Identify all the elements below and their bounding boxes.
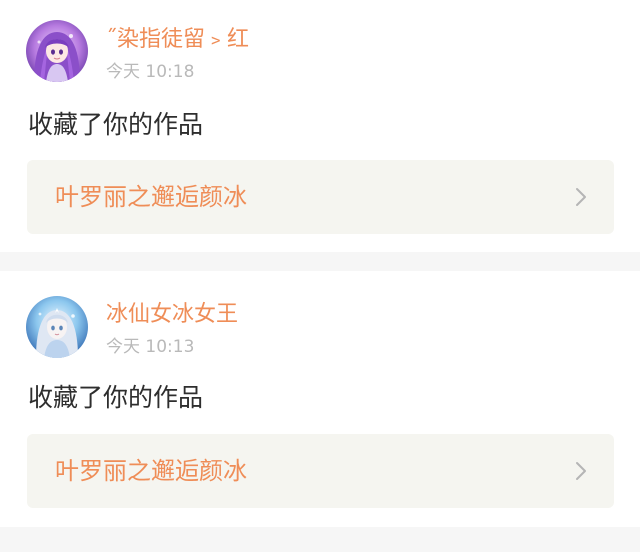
timestamp: 今天 10:13 bbox=[106, 337, 195, 357]
username[interactable]: 冰仙女冰女王 bbox=[106, 302, 238, 328]
user-avatar[interactable] bbox=[26, 20, 88, 82]
work-title: 叶罗丽之邂逅颜冰 bbox=[55, 457, 247, 485]
notification-card: 冰仙女冰女王 今天 10:13 收藏了你的作品 叶罗丽之邂逅颜冰 bbox=[0, 271, 640, 527]
work-link-card[interactable]: 叶罗丽之邂逅颜冰 bbox=[27, 434, 614, 508]
chevron-right-icon bbox=[574, 187, 588, 207]
chevron-right-icon bbox=[574, 461, 588, 481]
ice-fairy-avatar-icon bbox=[26, 296, 88, 358]
timestamp: 今天 10:18 bbox=[106, 62, 195, 82]
username[interactable]: ˝染指徒留﹥红 bbox=[106, 27, 249, 53]
notification-card: ˝染指徒留﹥红 今天 10:18 收藏了你的作品 叶罗丽之邂逅颜冰 bbox=[0, 0, 640, 252]
action-text: 收藏了你的作品 bbox=[28, 110, 204, 139]
work-title: 叶罗丽之邂逅颜冰 bbox=[55, 183, 247, 211]
work-link-card[interactable]: 叶罗丽之邂逅颜冰 bbox=[27, 160, 614, 234]
user-avatar[interactable] bbox=[26, 296, 88, 358]
action-text: 收藏了你的作品 bbox=[28, 383, 204, 412]
notification-feed: ˝染指徒留﹥红 今天 10:18 收藏了你的作品 叶罗丽之邂逅颜冰 冰仙女冰女王… bbox=[0, 0, 640, 552]
anime-girl-avatar-icon bbox=[26, 20, 88, 82]
